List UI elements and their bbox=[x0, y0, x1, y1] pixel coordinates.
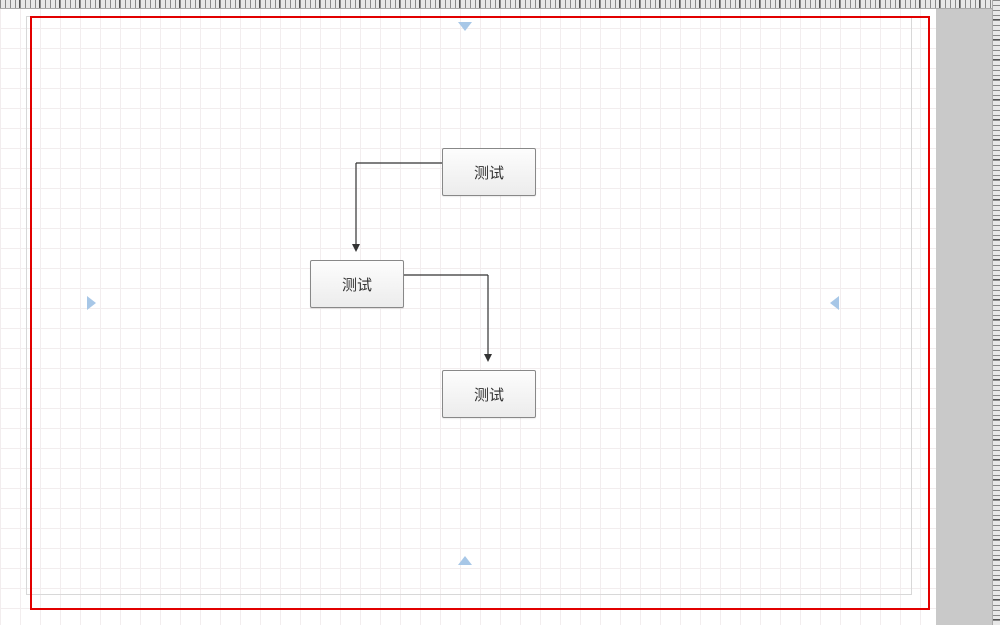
flow-node-label: 测试 bbox=[474, 384, 504, 405]
diagram-editor-viewport: 测试 测试 测试 bbox=[0, 0, 1000, 625]
expand-page-up-icon[interactable] bbox=[458, 22, 472, 31]
expand-page-right-icon[interactable] bbox=[830, 296, 839, 310]
expand-page-down-icon[interactable] bbox=[458, 556, 472, 565]
flow-node-label: 测试 bbox=[342, 274, 372, 295]
flow-node-1[interactable]: 测试 bbox=[442, 148, 536, 196]
ruler-vertical bbox=[992, 0, 1000, 625]
flow-node-3[interactable]: 测试 bbox=[442, 370, 536, 418]
flow-node-label: 测试 bbox=[474, 162, 504, 183]
offpage-gutter bbox=[936, 8, 1000, 625]
diagram-canvas[interactable] bbox=[0, 8, 936, 625]
expand-page-left-icon[interactable] bbox=[87, 296, 96, 310]
ruler-horizontal bbox=[0, 0, 1000, 9]
flow-node-2[interactable]: 测试 bbox=[310, 260, 404, 308]
